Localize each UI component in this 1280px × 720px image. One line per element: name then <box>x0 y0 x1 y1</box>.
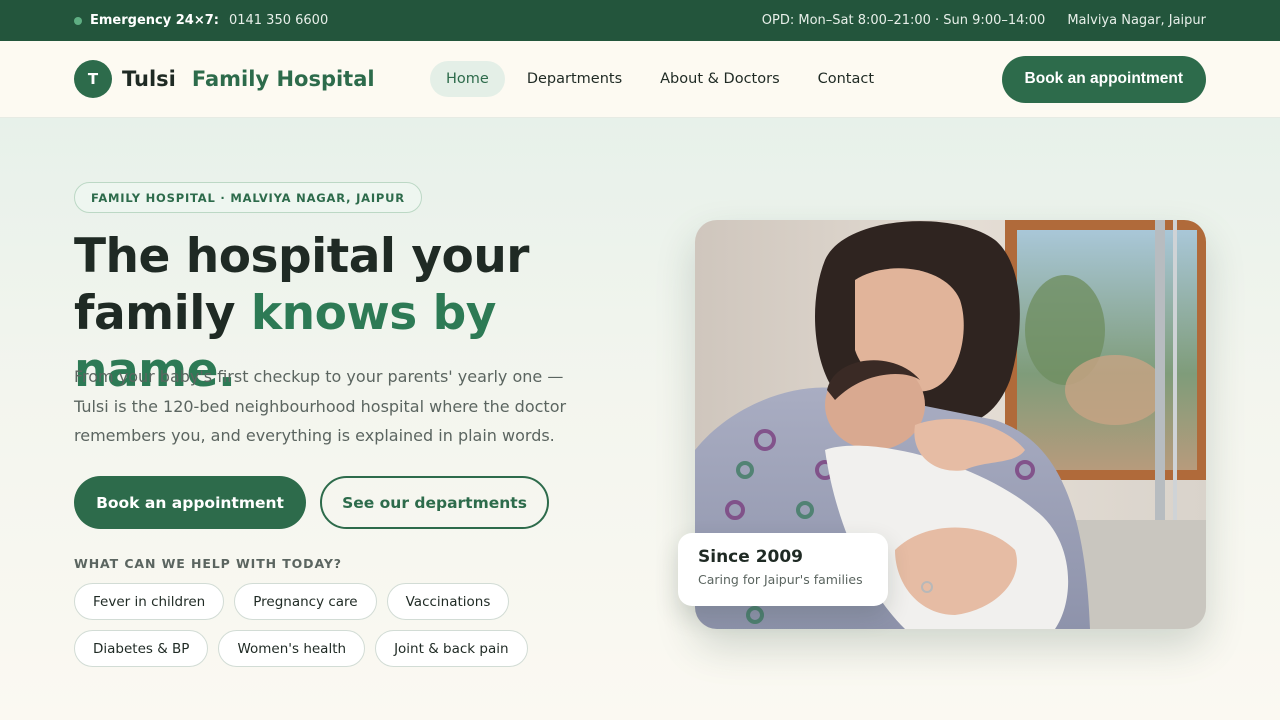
chip-pregnancy-care[interactable]: Pregnancy care <box>234 583 377 620</box>
location-text: Malviya Nagar, Jaipur <box>1067 13 1206 28</box>
nav-item-about-doctors[interactable]: About & Doctors <box>644 61 795 97</box>
emergency-label: Emergency 24×7: <box>90 13 219 28</box>
chip-vaccinations[interactable]: Vaccinations <box>386 583 510 620</box>
emergency-info: Emergency 24×7: 0141 350 6600 <box>74 13 328 28</box>
chip-joint-back-pain[interactable]: Joint & back pain <box>375 630 528 667</box>
logo-mark-icon: T <box>74 60 112 98</box>
hero-kicker-badge: FAMILY HOSPITAL · MALVIYA NAGAR, JAIPUR <box>74 182 422 213</box>
nav-item-contact[interactable]: Contact <box>802 61 890 97</box>
since-badge-title: Since 2009 <box>698 547 804 567</box>
main-nav: Home Departments About & Doctors Contact <box>430 61 890 97</box>
header-book-appointment-button[interactable]: Book an appointment <box>1001 55 1206 103</box>
headline-line-2-plain: family <box>74 286 236 341</box>
hero-lead-text: From your baby's first checkup to your p… <box>74 367 567 445</box>
quick-help-chips: Fever in children Pregnancy care Vaccina… <box>74 583 554 667</box>
brand-subtitle: Family Hospital <box>191 67 375 91</box>
chip-fever-in-children[interactable]: Fever in children <box>74 583 225 620</box>
hero-section: FAMILY HOSPITAL · MALVIYA NAGAR, JAIPUR … <box>0 118 1280 720</box>
brand-name: Tulsi <box>122 67 176 91</box>
hero-book-appointment-button[interactable]: Book an appointment <box>74 476 306 529</box>
see-departments-button[interactable]: See our departments <box>320 476 549 529</box>
status-dot-icon <box>74 16 82 25</box>
brand-logo-link[interactable]: T Tulsi Family Hospital <box>74 60 430 98</box>
chip-diabetes-bp[interactable]: Diabetes & BP <box>74 630 209 667</box>
chip-womens-health[interactable]: Women's health <box>218 630 366 667</box>
headline-line-1: The hospital your <box>74 229 529 284</box>
nav-item-departments[interactable]: Departments <box>511 61 638 97</box>
site-header: T Tulsi Family Hospital Home Departments… <box>0 41 1280 118</box>
since-badge-subtitle: Caring for Jaipur's families <box>698 572 863 587</box>
nav-item-home[interactable]: Home <box>430 61 505 97</box>
help-label: WHAT CAN WE HELP WITH TODAY? <box>74 556 342 571</box>
top-info-bar: Emergency 24×7: 0141 350 6600 OPD: Mon–S… <box>0 0 1280 41</box>
emergency-phone-link[interactable]: 0141 350 6600 <box>229 13 328 28</box>
topbar-right: OPD: Mon–Sat 8:00–21:00 · Sun 9:00–14:00… <box>762 13 1206 28</box>
since-badge-card: Since 2009 Caring for Jaipur's families <box>678 533 888 606</box>
opd-hours: OPD: Mon–Sat 8:00–21:00 · Sun 9:00–14:00 <box>761 13 1046 28</box>
